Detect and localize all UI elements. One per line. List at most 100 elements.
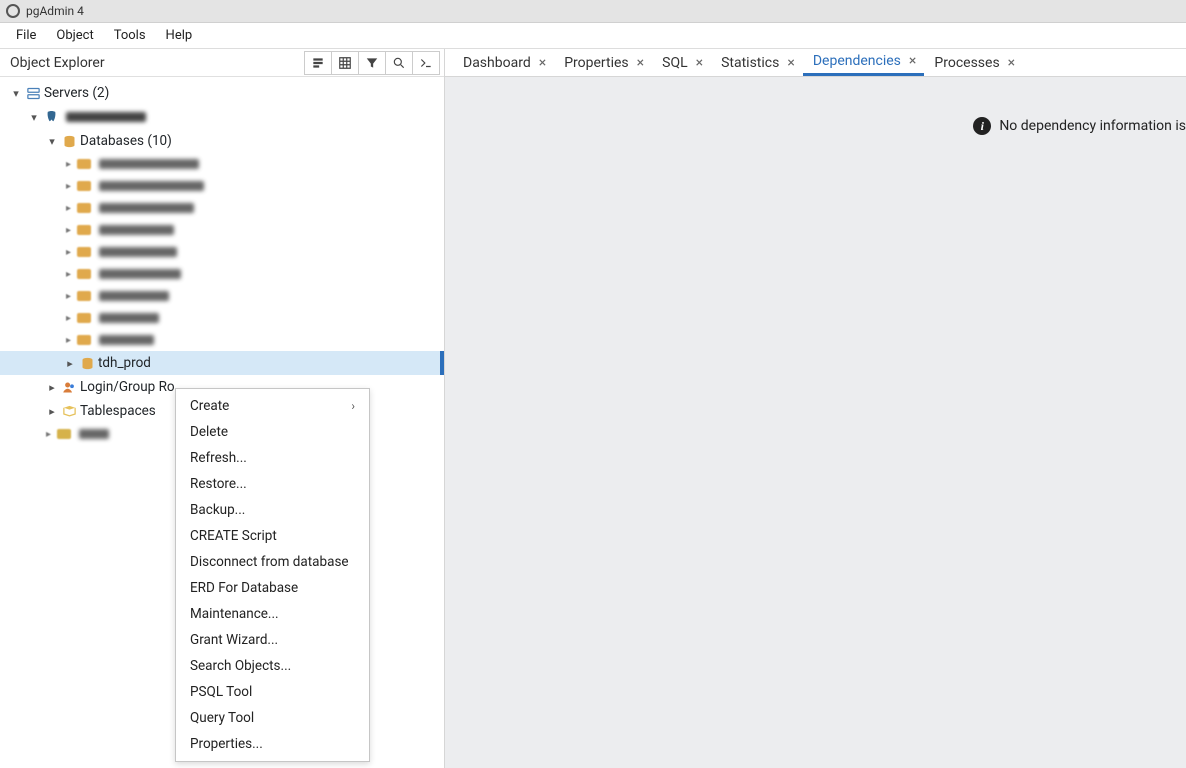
chevron-right-icon[interactable]: ▸ xyxy=(62,357,78,370)
close-icon[interactable]: × xyxy=(694,55,705,71)
ctx-search-objects[interactable]: Search Objects... xyxy=(176,653,369,679)
filter-button[interactable] xyxy=(358,51,386,75)
ctx-label: Grant Wizard... xyxy=(190,632,278,648)
object-explorer-toolbar xyxy=(305,51,440,75)
tab-processes[interactable]: Processes × xyxy=(924,49,1023,76)
window-titlebar: pgAdmin 4 xyxy=(0,0,1186,23)
dependencies-pane: i No dependency information is xyxy=(445,77,1186,768)
dependency-message-text: No dependency information is xyxy=(999,118,1186,134)
menubar: File Object Tools Help xyxy=(0,23,1186,49)
tree-label: Servers (2) xyxy=(44,85,109,101)
tree-node-database-redacted[interactable]: ▸ xyxy=(0,241,444,263)
tree-label: tdh_prod xyxy=(98,355,151,371)
ctx-label: Properties... xyxy=(190,736,263,752)
close-icon[interactable]: × xyxy=(785,55,796,71)
ctx-label: Refresh... xyxy=(190,450,247,466)
ctx-erd[interactable]: ERD For Database xyxy=(176,575,369,601)
tree-node-database-redacted[interactable]: ▸ xyxy=(0,329,444,351)
tab-label: Dependencies xyxy=(813,53,901,69)
chevron-right-icon: › xyxy=(351,399,355,413)
menu-tools[interactable]: Tools xyxy=(104,28,156,43)
ctx-create-script[interactable]: CREATE Script xyxy=(176,523,369,549)
servers-icon xyxy=(24,86,42,101)
tree-node-databases[interactable]: ▾ Databases (10) xyxy=(0,129,444,153)
ctx-label: ERD For Database xyxy=(190,580,298,596)
tree-node-database-redacted[interactable]: ▸ xyxy=(0,263,444,285)
main-panel: Dashboard× Properties× SQL× Statistics× … xyxy=(445,49,1186,768)
databases-icon xyxy=(60,134,78,149)
chevron-down-icon[interactable]: ▾ xyxy=(26,111,42,124)
tab-label: Statistics xyxy=(721,55,779,71)
tab-statistics[interactable]: Statistics × xyxy=(711,49,803,76)
psql-button[interactable] xyxy=(412,51,440,75)
ctx-label: Create xyxy=(190,398,229,414)
ctx-label: Delete xyxy=(190,424,228,440)
tab-label: Properties xyxy=(564,55,628,71)
ctx-label: Backup... xyxy=(190,502,245,518)
close-icon[interactable]: × xyxy=(907,53,918,69)
menu-help[interactable]: Help xyxy=(156,28,203,43)
ctx-label: Maintenance... xyxy=(190,606,279,622)
ctx-query-tool[interactable]: Query Tool xyxy=(176,705,369,731)
context-menu: Create › Delete Refresh... Restore... Bac… xyxy=(175,388,370,762)
tab-dashboard[interactable]: Dashboard × xyxy=(453,49,554,76)
tree-node-database-tdh-prod[interactable]: ▸ tdh_prod xyxy=(0,351,444,375)
menu-object[interactable]: Object xyxy=(46,28,103,43)
ctx-properties[interactable]: Properties... xyxy=(176,731,369,757)
chevron-right-icon[interactable]: ▸ xyxy=(44,381,60,394)
chevron-down-icon[interactable]: ▾ xyxy=(44,135,60,148)
tree-node-servers[interactable]: ▾ Servers (2) xyxy=(0,81,444,105)
ctx-backup[interactable]: Backup... xyxy=(176,497,369,523)
chevron-right-icon[interactable]: ▸ xyxy=(44,405,60,418)
info-icon: i xyxy=(973,117,991,135)
dependency-message: i No dependency information is xyxy=(973,117,1186,135)
server-name-redacted xyxy=(66,112,146,122)
search-button[interactable] xyxy=(385,51,413,75)
window-title: pgAdmin 4 xyxy=(26,4,84,18)
tree-node-database-redacted[interactable]: ▸ xyxy=(0,197,444,219)
ctx-label: PSQL Tool xyxy=(190,684,252,700)
tab-label: SQL xyxy=(662,55,687,71)
ctx-label: Disconnect from database xyxy=(190,554,349,570)
ctx-label: Search Objects... xyxy=(190,658,291,674)
object-explorer-title: Object Explorer xyxy=(10,55,105,71)
tree-node-database-redacted[interactable]: ▸ xyxy=(0,219,444,241)
database-icon xyxy=(78,356,96,371)
close-icon[interactable]: × xyxy=(1006,55,1017,71)
tab-bar: Dashboard× Properties× SQL× Statistics× … xyxy=(445,49,1186,77)
tab-label: Processes xyxy=(934,55,999,71)
ctx-label: Restore... xyxy=(190,476,247,492)
chevron-down-icon[interactable]: ▾ xyxy=(8,87,24,100)
ctx-label: CREATE Script xyxy=(190,528,277,544)
ctx-restore[interactable]: Restore... xyxy=(176,471,369,497)
tree-node-database-redacted[interactable]: ▸ xyxy=(0,153,444,175)
ctx-delete[interactable]: Delete xyxy=(176,419,369,445)
ctx-create[interactable]: Create › xyxy=(176,393,369,419)
tree-label: Tablespaces xyxy=(80,403,156,419)
ctx-disconnect[interactable]: Disconnect from database xyxy=(176,549,369,575)
tab-properties[interactable]: Properties × xyxy=(554,49,652,76)
view-data-button[interactable] xyxy=(331,51,359,75)
query-tool-button[interactable] xyxy=(304,51,332,75)
menu-file[interactable]: File xyxy=(6,28,46,43)
ctx-psql-tool[interactable]: PSQL Tool xyxy=(176,679,369,705)
ctx-label: Query Tool xyxy=(190,710,254,726)
tree-node-server[interactable]: ▾ xyxy=(0,105,444,129)
tree-node-database-redacted[interactable]: ▸ xyxy=(0,175,444,197)
close-icon[interactable]: × xyxy=(635,55,646,71)
roles-icon xyxy=(60,380,78,395)
ctx-maintenance[interactable]: Maintenance... xyxy=(176,601,369,627)
tree-node-database-redacted[interactable]: ▸ xyxy=(0,307,444,329)
app-icon xyxy=(6,4,20,18)
postgres-icon xyxy=(42,110,60,125)
ctx-grant-wizard[interactable]: Grant Wizard... xyxy=(176,627,369,653)
tree-label: Databases (10) xyxy=(80,133,172,149)
tab-dependencies[interactable]: Dependencies × xyxy=(803,49,925,76)
tab-sql[interactable]: SQL × xyxy=(652,49,711,76)
tablespaces-icon xyxy=(60,404,78,419)
object-explorer-header: Object Explorer xyxy=(0,49,444,77)
tree-node-database-redacted[interactable]: ▸ xyxy=(0,285,444,307)
close-icon[interactable]: × xyxy=(537,55,548,71)
ctx-refresh[interactable]: Refresh... xyxy=(176,445,369,471)
tab-label: Dashboard xyxy=(463,55,531,71)
